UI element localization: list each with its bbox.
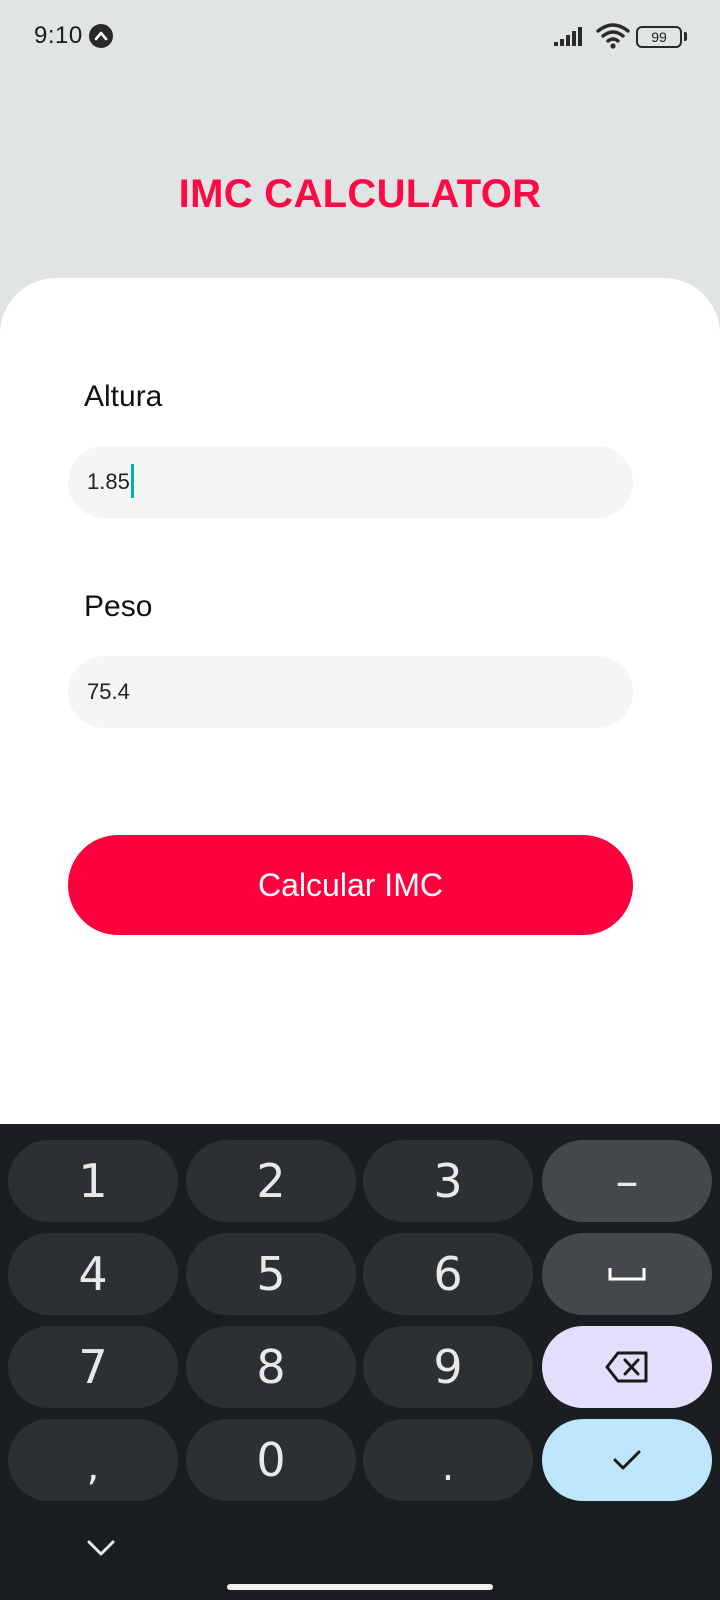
form-card: Altura 1.85 Peso 75.4 Calcular IMC xyxy=(0,278,720,1138)
status-time: 9:10 xyxy=(34,22,83,49)
battery-indicator: 99 xyxy=(636,26,682,48)
height-input[interactable]: 1.85 xyxy=(68,446,633,518)
key-5[interactable]: 5 xyxy=(186,1233,356,1315)
key-3[interactable]: 3 xyxy=(363,1140,533,1222)
key-8[interactable]: 8 xyxy=(186,1326,356,1408)
key-7[interactable]: 7 xyxy=(8,1326,178,1408)
space-icon xyxy=(608,1268,646,1281)
key-space[interactable] xyxy=(542,1233,712,1315)
key-6[interactable]: 6 xyxy=(363,1233,533,1315)
key-done[interactable] xyxy=(542,1419,712,1501)
weight-input-value: 75.4 xyxy=(87,679,130,704)
key-comma[interactable]: , xyxy=(8,1419,178,1501)
key-4[interactable]: 4 xyxy=(8,1233,178,1315)
weight-input[interactable]: 75.4 xyxy=(68,656,633,728)
wifi-icon xyxy=(596,23,630,49)
page-title: IMC CALCULATOR xyxy=(178,172,542,216)
key-2[interactable]: 2 xyxy=(186,1140,356,1222)
backspace-icon xyxy=(605,1351,648,1383)
status-bar: 9:10 99 xyxy=(0,0,720,72)
numeric-keyboard: 1 2 3 – 4 5 6 7 8 9 , 0 . xyxy=(0,1124,720,1600)
key-1[interactable]: 1 xyxy=(8,1140,178,1222)
height-label: Altura xyxy=(84,380,163,413)
key-9[interactable]: 9 xyxy=(363,1326,533,1408)
check-icon xyxy=(613,1450,641,1470)
text-caret xyxy=(130,464,134,499)
key-0[interactable]: 0 xyxy=(186,1419,356,1501)
app-notification-icon xyxy=(89,24,113,48)
signal-icon xyxy=(554,27,582,46)
calculate-button[interactable]: Calcular IMC xyxy=(68,835,633,935)
status-icons: 99 xyxy=(520,0,720,72)
key-delete[interactable] xyxy=(542,1326,712,1408)
height-input-value: 1.85 xyxy=(87,469,130,494)
battery-nub xyxy=(684,32,687,41)
key-dot[interactable]: . xyxy=(363,1419,533,1501)
weight-label: Peso xyxy=(84,590,153,623)
key-minus[interactable]: – xyxy=(542,1140,712,1222)
chevron-down-icon[interactable] xyxy=(86,1538,116,1558)
home-indicator[interactable] xyxy=(227,1584,493,1590)
